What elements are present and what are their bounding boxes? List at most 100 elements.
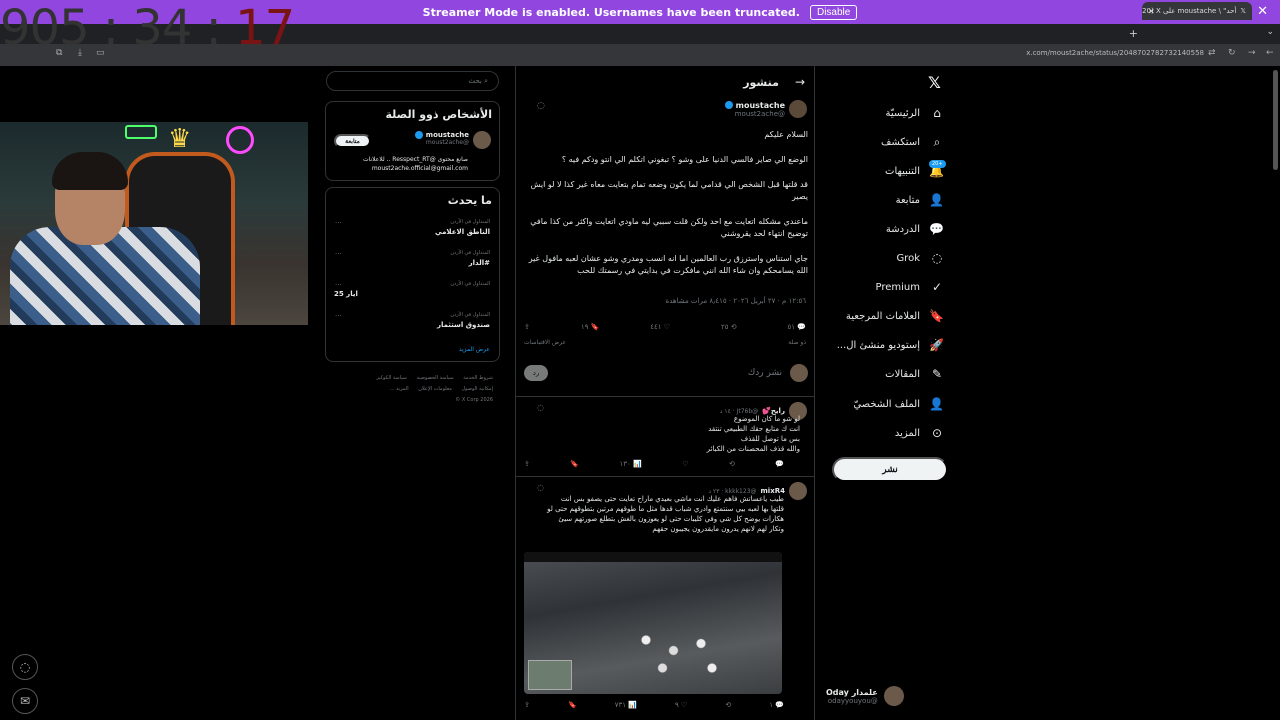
scrollbar[interactable] xyxy=(1273,70,1278,170)
rocket-icon: 🚀 xyxy=(929,338,944,352)
reply-action[interactable]: 💬 ١ xyxy=(769,701,784,709)
profile-icon: 👤 xyxy=(929,397,944,411)
author-name-text: moustache xyxy=(735,100,785,110)
nav-item-1[interactable]: ⌕ استكشف xyxy=(881,135,944,150)
reply-line: والله قذف المحصنات من الكبائر xyxy=(706,445,800,453)
reply-action[interactable]: 💬 ٥١ xyxy=(788,323,806,331)
follow-button[interactable]: متابعة xyxy=(334,134,371,148)
reply-actions: 💬 ⟲ ♡ 📊 ١٣٠ 🔖 ⇪ xyxy=(524,460,784,468)
like-action[interactable]: ♡ ٩ xyxy=(675,701,687,709)
extension-icon[interactable]: ⇄ xyxy=(1208,48,1216,58)
related-dropdown[interactable]: ذو صلة xyxy=(788,339,806,346)
trend-item[interactable]: صندوق استثمار xyxy=(437,321,490,329)
browser-tab[interactable]: ✕ (20) X على moustache \ "أحد 𝕏 xyxy=(1142,2,1252,20)
nav-item-4[interactable]: 💬 الدردشة xyxy=(886,222,944,236)
repost-action[interactable]: ⟲ xyxy=(729,460,735,468)
avatar xyxy=(789,100,807,118)
views-action[interactable]: 📊 ٧٣١ xyxy=(615,701,637,709)
person-hair xyxy=(52,152,128,190)
search-icon: ⌕ xyxy=(481,76,488,85)
page-title: منشور xyxy=(743,75,779,89)
overlay-side-icons: ◌ ✉ xyxy=(12,654,38,720)
search-icon: ⌕ xyxy=(933,135,941,149)
trend-item[interactable]: ايار 25 xyxy=(334,290,358,298)
grok-icon[interactable]: ◌ xyxy=(537,403,544,412)
reply-composer[interactable]: نشر ردك رد xyxy=(524,362,808,384)
nav-item-9[interactable]: ✎ المقالات xyxy=(885,367,944,381)
back-icon[interactable]: ← xyxy=(1266,48,1274,58)
reply-button[interactable]: رد xyxy=(524,365,548,381)
post-actions: 💬 ٥١ ⟲ ٢٥ ♡ ٤٤١ 🔖 ١٩ ⇪ xyxy=(524,323,806,331)
footer-link[interactable]: شروط الخدمة xyxy=(463,375,493,381)
more-dots-icon[interactable]: ··· xyxy=(335,312,342,320)
post-button[interactable]: نشر xyxy=(832,457,948,482)
disable-button[interactable]: Disable xyxy=(809,4,858,20)
footer-link[interactable]: سياسة الخصوصية xyxy=(417,375,454,381)
reply-video[interactable] xyxy=(524,552,782,694)
grok-icon[interactable]: ◌ xyxy=(537,101,545,111)
url-text[interactable]: x.com/moust2ache/status/2048702782732140… xyxy=(1026,49,1204,57)
footer-link[interactable]: معلومات الإعلان xyxy=(418,386,452,392)
nav-item-11[interactable]: ⊙ المزيد xyxy=(895,426,944,440)
grok-float-icon[interactable]: ◌ xyxy=(12,654,38,680)
reply-action[interactable]: 💬 xyxy=(775,460,784,468)
like-action[interactable]: ♡ xyxy=(682,460,688,468)
repost-action[interactable]: ⟲ ٢٥ xyxy=(721,323,737,331)
post-paragraph: السلام عليكم xyxy=(764,130,808,139)
footer-link[interactable]: المزيد ... xyxy=(390,386,409,392)
nav-item-3[interactable]: 👤 متابعة xyxy=(896,193,944,207)
nav-item-7[interactable]: 🔖 العلامات المرجعية xyxy=(846,309,944,323)
follow-icon: 👤 xyxy=(929,193,944,207)
bookmark-action[interactable]: 🔖 ١٩ xyxy=(581,323,599,331)
bookmark-icon[interactable]: 🔖 xyxy=(570,460,579,468)
footer-link[interactable]: سياسة الكوكيز xyxy=(376,375,407,381)
reply-line: قلتها بها لعبه بيي سنتمتع وادري شباب قده… xyxy=(547,505,784,513)
post-author[interactable]: moustache @moust2ache xyxy=(700,100,807,118)
forward-icon[interactable]: → xyxy=(1248,48,1256,58)
bookmark-icon: 🔖 xyxy=(929,309,944,323)
reply-line: لو شو ما كان الموضوع xyxy=(733,415,800,423)
share-icon[interactable]: ⇪ xyxy=(524,323,530,331)
grok-icon: ◌ xyxy=(931,251,943,265)
bookmark-count: ١٩ xyxy=(580,323,589,331)
nav-item-5[interactable]: ◌ Grok xyxy=(896,251,944,265)
like-count: ٤٤١ xyxy=(650,323,662,331)
x-favicon-icon: 𝕏 xyxy=(1240,7,1246,15)
footer-link[interactable]: إمكانية الوصول xyxy=(462,386,493,392)
share-icon[interactable]: ⇪ xyxy=(524,460,530,468)
trend-item[interactable]: #الدار xyxy=(469,259,490,267)
nav-item-6[interactable]: ✓ Premium xyxy=(876,280,945,294)
more-dots-icon[interactable]: ··· xyxy=(335,281,342,289)
more-dots-icon[interactable]: ··· xyxy=(335,250,342,258)
back-arrow-icon[interactable]: → xyxy=(795,75,805,89)
bio-line: صانع محتوى @Resspect_RT .. للاعلانات xyxy=(362,156,468,163)
nav-item-8[interactable]: 🚀 إستوديو منشئ ال... xyxy=(837,338,944,352)
new-tab-icon[interactable]: + xyxy=(1129,27,1138,40)
reload-icon[interactable]: ↻ xyxy=(1228,48,1236,58)
account-switcher[interactable]: علمدار Oday @odayyouyou xyxy=(826,686,946,706)
reply-input[interactable]: نشر ردك xyxy=(556,368,782,378)
trend-context: المتداول في الأردن xyxy=(450,281,490,287)
nav-item-0[interactable]: ⌂ الرئيسيّة xyxy=(886,106,944,120)
trend-context: المتداول في الأردن xyxy=(450,219,490,225)
x-logo-icon[interactable]: 𝕏 xyxy=(928,73,941,92)
bookmark-icon[interactable]: 🔖 xyxy=(568,701,577,709)
like-action[interactable]: ♡ ٤٤١ xyxy=(650,323,670,331)
view-quotes-link[interactable]: عرض الاقتباسات xyxy=(524,339,566,346)
repost-action[interactable]: ⟲ xyxy=(725,701,731,709)
show-more-link[interactable]: عرض المزيد xyxy=(459,346,490,353)
related-user[interactable]: moustache @moust2ache xyxy=(376,131,491,149)
search-input[interactable]: ⌕ بحث xyxy=(326,71,499,91)
share-icon[interactable]: ⇪ xyxy=(524,701,530,709)
tab-menu-icon[interactable]: ⌄ xyxy=(1266,27,1274,37)
close-tab-icon[interactable]: ✕ xyxy=(1148,7,1155,16)
views-action[interactable]: 📊 ١٣٠ xyxy=(620,460,642,468)
grok-icon[interactable]: ◌ xyxy=(537,483,544,492)
trend-item[interactable]: الناطق الاعلامي xyxy=(435,228,490,236)
search-placeholder: بحث xyxy=(468,77,482,85)
messages-float-icon[interactable]: ✉ xyxy=(12,688,38,714)
more-dots-icon[interactable]: ··· xyxy=(335,219,342,227)
close-icon[interactable]: ✕ xyxy=(1257,4,1268,19)
nav-item-10[interactable]: 👤 الملف الشخصيّ xyxy=(853,397,944,411)
more-dots-icon[interactable]: ··· xyxy=(826,690,836,701)
